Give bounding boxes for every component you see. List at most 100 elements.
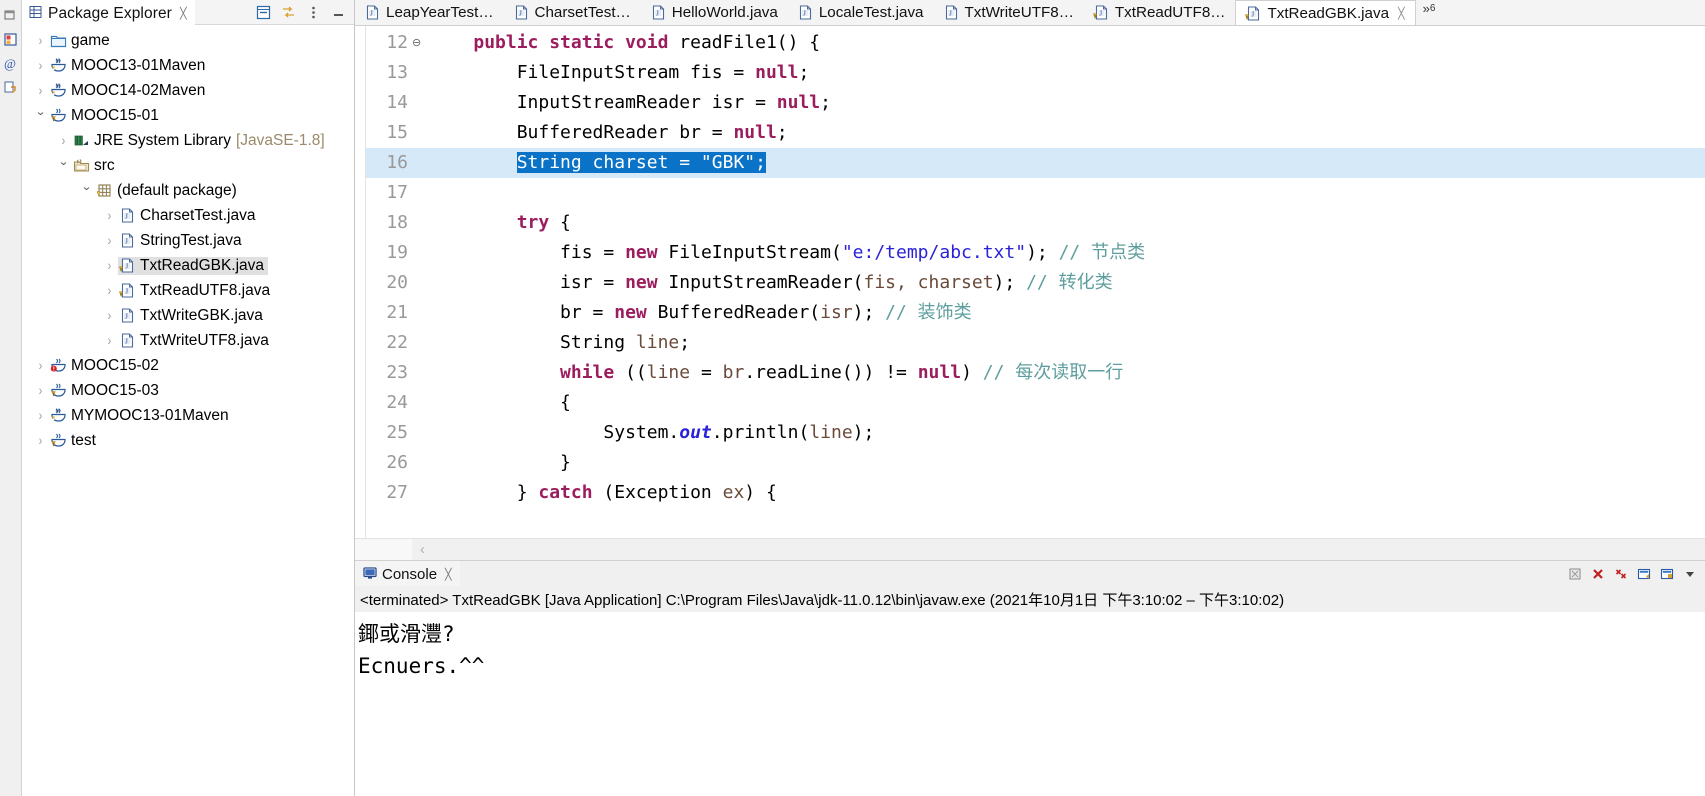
tree-item-stringtest-java[interactable]: › J StringTest.java [22, 228, 354, 253]
code-token-plain: ); [852, 422, 875, 443]
code-line[interactable]: { [426, 388, 1705, 418]
editor-tab-charsettest[interactable]: J CharsetTest… [503, 0, 641, 25]
code-line[interactable]: InputStreamReader isr = null; [426, 88, 1705, 118]
tree-item-game[interactable]: › game [22, 28, 354, 53]
code-line[interactable]: String charset = "GBK"; [426, 148, 1705, 178]
chevron-down-icon[interactable]: ⌄ [76, 180, 96, 193]
tree-item-jre-system-library[interactable]: › JRE System Library [JavaSE-1.8] [22, 128, 354, 153]
tree-item-default-package[interactable]: ⌄ (default package) [22, 178, 354, 203]
code-line[interactable]: while ((line = br.readLine()) != null) /… [426, 358, 1705, 388]
tree-item-mooc15-03[interactable]: › MOOC15-03 [22, 378, 354, 403]
editor-tab-localetest-java[interactable]: J LocaleTest.java [787, 0, 934, 25]
collapse-all-icon[interactable] [256, 5, 271, 20]
package-explorer-view-icon[interactable] [0, 28, 20, 50]
close-icon[interactable]: ╳ [1398, 7, 1405, 20]
tree-item-mooc15-02[interactable]: › MOOC15-02 [22, 353, 354, 378]
close-icon[interactable]: ╳ [180, 7, 187, 20]
chevron-right-icon[interactable]: › [32, 58, 49, 73]
tree-item-txtwriteutf8-java[interactable]: › J TxtWriteUTF8.java [22, 328, 354, 353]
tree-item-mymooc13-01maven[interactable]: › M MYMOOC13-01Maven [22, 403, 354, 428]
tab-package-explorer[interactable]: Package Explorer ╳ [22, 0, 195, 25]
tree-item-charsettest-java[interactable]: › J CharsetTest.java [22, 203, 354, 228]
tree-item-content: game [49, 32, 110, 50]
fold-placeholder [412, 238, 426, 268]
line-number: 16 [366, 148, 412, 178]
chevron-right-icon[interactable]: › [32, 33, 49, 48]
restore-perspective-icon[interactable] [0, 4, 20, 26]
code-line[interactable]: isr = new InputStreamReader(fis, charset… [426, 268, 1705, 298]
fold-collapse-icon[interactable]: ⊖ [412, 28, 426, 58]
tree-item-mooc15-01[interactable]: ⌄ MOOC15-01 [22, 103, 354, 128]
folding-ruler[interactable]: ⊖ [412, 26, 426, 538]
tree-item-src[interactable]: ⌄ src [22, 153, 354, 178]
code-token-var: line [809, 422, 853, 443]
tree-item-mooc14-02maven[interactable]: › M MOOC14-02Maven [22, 78, 354, 103]
tree-item-txtreadgbk-java[interactable]: › J TxtReadGBK.java [22, 253, 354, 278]
code-line[interactable]: br = new BufferedReader(isr); // 装饰类 [426, 298, 1705, 328]
view-menu-icon[interactable] [306, 5, 321, 20]
scroll-left-icon[interactable]: ‹ [412, 541, 433, 558]
code-line[interactable]: System.out.println(line); [426, 418, 1705, 448]
terminate-icon[interactable] [1591, 567, 1605, 581]
chevron-right-icon[interactable]: › [32, 433, 49, 448]
fold-placeholder [412, 448, 426, 478]
code-line[interactable]: String line; [426, 328, 1705, 358]
tree-item-txtreadutf8-java[interactable]: › J TxtReadUTF8.java [22, 278, 354, 303]
editor-tab-txtreadgbk-java[interactable]: J TxtReadGBK.java ╳ [1235, 0, 1416, 25]
java-file-icon: J [650, 4, 667, 21]
code-line[interactable]: public static void readFile1() { [426, 28, 1705, 58]
editor-tab-txtreadutf8[interactable]: J TxtReadUTF8… [1083, 0, 1236, 25]
chevron-right-icon[interactable]: › [101, 208, 118, 223]
link-with-editor-icon[interactable] [281, 5, 296, 20]
pin-console-icon[interactable] [1660, 567, 1674, 581]
remove-launch-icon[interactable] [1614, 567, 1628, 581]
code-line[interactable]: fis = new FileInputStream("e:/temp/abc.t… [426, 238, 1705, 268]
chevron-right-icon[interactable]: › [32, 83, 49, 98]
project-tree[interactable]: › game › M MOOC13-01Maven › M MOOC14-02Maven ⌄ MO… [22, 25, 354, 796]
code-token-plain: .readLine()) != [744, 362, 918, 383]
chevron-right-icon[interactable]: › [101, 283, 118, 298]
source-code-text[interactable]: public static void readFile1() { FileInp… [426, 26, 1705, 538]
chevron-right-icon[interactable]: › [101, 233, 118, 248]
console-launch-status: <terminated> TxtReadGBK [Java Applicatio… [355, 586, 1705, 612]
clear-console-icon[interactable] [1568, 567, 1582, 581]
code-line[interactable]: FileInputStream fis = null; [426, 58, 1705, 88]
editor-tab-label: CharsetTest… [534, 4, 631, 21]
code-line[interactable]: try { [426, 208, 1705, 238]
minimize-icon[interactable] [331, 5, 346, 20]
code-line[interactable]: } [426, 448, 1705, 478]
chevron-right-icon[interactable]: › [101, 333, 118, 348]
fold-placeholder [412, 388, 426, 418]
annotation-ruler[interactable] [355, 26, 366, 538]
editor-tab-helloworld-java[interactable]: J HelloWorld.java [640, 0, 788, 25]
code-line[interactable] [426, 178, 1705, 208]
tree-item-label: TxtWriteGBK.java [140, 306, 263, 324]
tab-console[interactable]: Console ╳ [355, 561, 460, 586]
outline-view-icon[interactable] [0, 76, 20, 98]
editor-tab-txtwriteutf8[interactable]: J TxtWriteUTF8… [933, 0, 1084, 25]
editor-tab-leapyeartest[interactable]: J LeapYearTest… [355, 0, 504, 25]
console-output[interactable]: 鎁或滑灃? Ecnuers.^^ [355, 612, 1705, 796]
chevron-right-icon[interactable]: › [101, 308, 118, 323]
chevron-right-icon[interactable]: › [32, 383, 49, 398]
tree-item-txtwritegbk-java[interactable]: › J TxtWriteGBK.java [22, 303, 354, 328]
editor-horizontal-scrollbar[interactable]: ‹ [355, 538, 1705, 560]
chevron-down-icon[interactable]: ⌄ [30, 105, 50, 118]
code-line[interactable]: BufferedReader br = null; [426, 118, 1705, 148]
close-icon[interactable]: ╳ [445, 568, 452, 581]
tree-item-test[interactable]: › test [22, 428, 354, 453]
chevron-right-icon[interactable]: › [55, 133, 72, 148]
view-menu-icon[interactable] [1683, 567, 1697, 581]
chevron-right-icon[interactable]: › [101, 258, 118, 273]
display-selected-console-icon[interactable] [1637, 567, 1651, 581]
line-number: 14 [386, 92, 408, 113]
code-line[interactable]: } catch (Exception ex) { [426, 478, 1705, 508]
chevron-right-icon[interactable]: › [32, 408, 49, 423]
chevron-right-icon[interactable]: › [32, 358, 49, 373]
editor-tab-overflow-button[interactable]: » 6 [1415, 0, 1445, 25]
tree-item-mooc13-01maven[interactable]: › M MOOC13-01Maven [22, 53, 354, 78]
annotation-view-icon[interactable]: @ [0, 52, 20, 74]
chevron-down-icon[interactable]: ⌄ [53, 155, 73, 168]
tree-item-content: MOOC15-01 [49, 107, 159, 125]
tree-item-content: JRE System Library [JavaSE-1.8] [72, 132, 325, 150]
